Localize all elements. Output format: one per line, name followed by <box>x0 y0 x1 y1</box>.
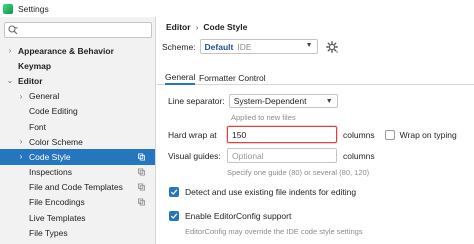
breadcrumb-current: Code Style <box>203 22 248 32</box>
sidebar-item-live-templates[interactable]: Live Templates <box>0 210 155 225</box>
visual-guides-label: Visual guides: <box>168 150 221 161</box>
scheme-value: Default <box>204 41 234 52</box>
detect-indents-checkbox[interactable] <box>169 187 179 197</box>
wrap-on-typing-checkbox[interactable] <box>384 129 395 140</box>
hard-wrap-unit: columns <box>343 129 375 140</box>
sidebar-item-label: Keymap <box>18 60 52 71</box>
sidebar-item-label: General <box>29 91 60 102</box>
tab-label: General <box>165 72 196 82</box>
project-settings-icon <box>138 183 145 191</box>
editorconfig-checkbox[interactable] <box>169 211 179 221</box>
sidebar-item-label: Inspections <box>29 167 72 178</box>
scheme-label: Scheme: <box>162 41 196 52</box>
checkmark-icon <box>170 189 178 195</box>
tab-formatter-control[interactable]: Formatter Control <box>199 71 266 85</box>
hard-wrap-label: Hard wrap at <box>168 129 217 140</box>
sidebar-item-label: Code Style <box>29 151 71 162</box>
sidebar-item-file-encodings[interactable]: File Encodings <box>0 195 155 210</box>
hard-wrap-value: 150 <box>232 129 247 140</box>
sidebar-item-general[interactable]: › General <box>0 89 155 104</box>
visual-guides-placeholder: Optional <box>232 150 264 161</box>
visual-guides-hint: Specify one guide (80) or several (80, 1… <box>227 168 370 177</box>
chevron-right-icon[interactable]: › <box>17 152 25 161</box>
line-separator-select[interactable]: System-Dependent ▼ <box>228 94 338 108</box>
sidebar-item-label: Editor <box>18 75 43 86</box>
chevron-down-icon: ▼ <box>305 42 313 49</box>
sidebar-item-label: File and Code Templates <box>29 182 123 193</box>
sidebar-item-code-editing[interactable]: Code Editing <box>0 104 155 119</box>
scheme-scope: IDE <box>237 41 252 52</box>
chevron-down-icon[interactable]: ⌄ <box>6 76 14 85</box>
sidebar-item-code-style[interactable]: › Code Style <box>0 149 155 165</box>
visual-guides-input[interactable]: Optional <box>227 148 337 163</box>
scheme-row: Scheme: Default IDE ▼ <box>162 39 338 54</box>
sidebar-item-editor[interactable]: ⌄ Editor <box>0 73 155 88</box>
breadcrumb-separator: › <box>195 22 199 32</box>
editorconfig-row: Enable EditorConfig support <box>169 211 291 221</box>
line-separator-value: System-Dependent <box>233 96 307 106</box>
sidebar-item-file-types[interactable]: File Types <box>0 225 155 240</box>
settings-tree: › Appearance & Behavior Keymap ⌄ Editor … <box>0 43 155 240</box>
gear-icon[interactable] <box>325 40 338 53</box>
code-style-tabs: General Formatter Control <box>157 71 474 85</box>
hard-wrap-input[interactable]: 150 <box>227 126 337 143</box>
breadcrumb-parent[interactable]: Editor <box>166 22 191 32</box>
search-icon <box>8 25 18 35</box>
sidebar-item-color-scheme[interactable]: › Color Scheme <box>0 134 155 149</box>
sidebar-item-label: Appearance & Behavior <box>18 45 114 56</box>
scheme-select[interactable]: Default IDE ▼ <box>199 39 318 54</box>
sidebar-item-label: Live Templates <box>29 212 86 223</box>
sidebar-item-file-code-templates[interactable]: File and Code Templates <box>0 180 155 195</box>
tab-general[interactable]: General <box>165 71 196 85</box>
visual-guides-row: Visual guides: Optional columns <box>168 148 375 163</box>
line-separator-label: Line separator: <box>168 96 225 106</box>
editorconfig-hint: EditorConfig may override the IDE code s… <box>185 227 363 236</box>
editorconfig-label: Enable EditorConfig support <box>185 211 292 221</box>
android-studio-icon <box>3 3 13 14</box>
chevron-right-icon[interactable]: › <box>17 92 25 101</box>
title-bar: Settings <box>0 0 474 17</box>
sidebar-item-label: Font <box>29 121 47 132</box>
wrap-on-typing-label: Wrap on typing <box>399 129 457 140</box>
sidebar-item-keymap[interactable]: Keymap <box>0 58 155 73</box>
project-settings-icon <box>138 168 145 176</box>
window-title: Settings <box>18 3 49 14</box>
hard-wrap-row: Hard wrap at 150 columns Wrap on typing <box>168 126 457 143</box>
chevron-right-icon[interactable]: › <box>6 46 14 55</box>
chevron-right-icon[interactable]: › <box>17 137 25 146</box>
visual-guides-unit: columns <box>343 150 375 161</box>
checkmark-icon <box>170 213 178 219</box>
tab-label: Formatter Control <box>199 73 266 83</box>
breadcrumb: Editor › Code Style <box>166 22 247 32</box>
project-settings-icon <box>138 199 145 206</box>
project-settings-icon <box>138 153 145 161</box>
sidebar-item-label: File Encodings <box>29 197 85 208</box>
detect-indents-row: Detect and use existing file indents for… <box>169 187 356 197</box>
line-separator-hint: Applied to new files <box>231 113 296 122</box>
sidebar-item-font[interactable]: Font <box>0 119 155 134</box>
sidebar-item-label: Color Scheme <box>29 136 83 147</box>
settings-search-input[interactable] <box>4 22 152 38</box>
sidebar-item-label: Code Editing <box>29 106 78 117</box>
code-style-panel: Editor › Code Style Scheme: Default IDE … <box>157 17 474 244</box>
sidebar-item-inspections[interactable]: Inspections <box>0 165 155 180</box>
detect-indents-label: Detect and use existing file indents for… <box>185 187 357 197</box>
sidebar-item-appearance-behavior[interactable]: › Appearance & Behavior <box>0 43 155 58</box>
line-separator-row: Line separator: System-Dependent ▼ <box>168 94 338 108</box>
chevron-down-icon: ▼ <box>325 97 333 105</box>
settings-sidebar: › Appearance & Behavior Keymap ⌄ Editor … <box>0 17 156 244</box>
sidebar-item-label: File Types <box>29 227 68 238</box>
